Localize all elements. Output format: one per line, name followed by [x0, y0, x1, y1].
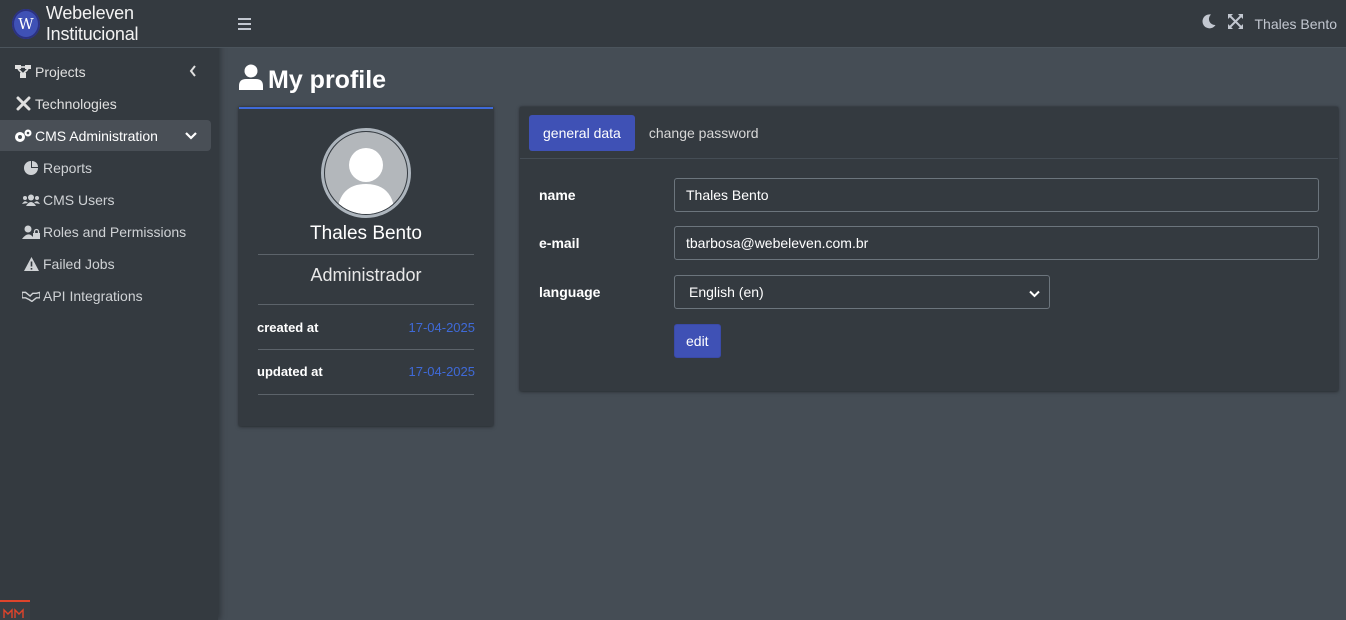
name-input[interactable]: Thales Bento	[674, 178, 1319, 212]
updated-at-label: updated at	[257, 364, 323, 379]
language-select-value: English (en)	[674, 275, 1050, 309]
cms-admin-submenu: Reports CMS Users Roles and Permissions …	[0, 152, 218, 311]
sidebar-item-reports[interactable]: Reports	[8, 152, 211, 183]
default-avatar-icon	[325, 132, 407, 214]
page-title-text: My profile	[268, 66, 387, 94]
divider	[258, 349, 474, 350]
sidebar: W Webeleven Institucional Projects Techn…	[0, 0, 218, 620]
brand-link[interactable]: W Webeleven Institucional	[0, 0, 218, 48]
updated-at-value: 17-04-2025	[408, 364, 476, 379]
sidebar-item-failed-jobs[interactable]: Failed Jobs	[8, 248, 211, 279]
sidebar-item-label: Projects	[35, 63, 86, 80]
language-row: language English (en)	[539, 275, 1050, 309]
brand-logo: W	[12, 8, 40, 39]
email-label: e-mail	[539, 235, 580, 251]
created-at-value: 17-04-2025	[408, 320, 476, 335]
name-label: name	[539, 187, 576, 203]
sidebar-item-label: Failed Jobs	[43, 255, 115, 272]
user-icon	[239, 64, 263, 97]
profile-tabs: general data change password	[520, 107, 1338, 159]
chevron-down-icon	[1029, 286, 1040, 304]
menu-toggle-icon[interactable]	[238, 17, 251, 30]
divider	[258, 394, 474, 395]
created-at-row: created at 17-04-2025	[257, 320, 475, 335]
warning-icon	[22, 256, 40, 271]
edit-button[interactable]: edit	[674, 324, 721, 358]
user-menu[interactable]: Thales Bento	[1255, 16, 1338, 32]
chart-pie-icon	[22, 160, 40, 175]
sidebar-item-label: Roles and Permissions	[43, 223, 187, 240]
tab-general-data[interactable]: general data	[529, 114, 635, 151]
created-at-label: created at	[257, 320, 319, 335]
sidebar-item-roles-permissions[interactable]: Roles and Permissions	[8, 216, 211, 247]
debugbar-badge[interactable]	[0, 600, 30, 620]
name-row: name Thales Bento	[539, 178, 1319, 212]
updated-at-row: updated at 17-04-2025	[257, 364, 475, 379]
sidebar-item-projects[interactable]: Projects	[0, 56, 211, 87]
avatar	[321, 128, 411, 218]
email-row: e-mail tbarbosa@webeleven.com.br	[539, 226, 1319, 260]
divider	[258, 304, 474, 305]
brand-name: Webeleven Institucional	[45, 2, 139, 44]
page-title: My profile	[239, 64, 386, 97]
tools-icon	[14, 96, 32, 111]
sidebar-item-api-integrations[interactable]: API Integrations	[8, 280, 211, 311]
profile-name: Thales Bento	[310, 223, 422, 244]
sidebar-item-label: CMS Administration	[35, 127, 158, 144]
topbar: Thales Bento	[218, 0, 1346, 48]
sidebar-nav: Projects Technologies CMS Administration	[0, 48, 218, 311]
profile-form-card: general data change password name Thales…	[520, 107, 1338, 391]
sidebar-item-cms-administration[interactable]: CMS Administration	[0, 120, 211, 151]
sidebar-item-label: Technologies	[35, 95, 117, 112]
profile-card: Thales Bento Administrador created at 17…	[239, 107, 493, 426]
sidebar-item-label: Reports	[43, 159, 93, 176]
sidebar-item-technologies[interactable]: Technologies	[0, 88, 211, 119]
chevron-down-icon	[185, 128, 197, 144]
cogs-icon	[14, 129, 32, 143]
moon-icon[interactable]	[1202, 13, 1216, 34]
sidebar-item-label: CMS Users	[43, 191, 115, 208]
fullscreen-icon[interactable]	[1227, 13, 1243, 34]
sidebar-item-cms-users[interactable]: CMS Users	[8, 184, 211, 215]
tab-change-password[interactable]: change password	[635, 115, 773, 151]
handshake-icon	[22, 290, 40, 302]
user-lock-icon	[22, 225, 40, 239]
profile-role: Administrador	[310, 265, 422, 285]
email-input[interactable]: tbarbosa@webeleven.com.br	[674, 226, 1319, 260]
language-select[interactable]: English (en)	[674, 275, 1050, 309]
sitemap-icon	[14, 65, 32, 78]
users-icon	[22, 194, 40, 206]
topbar-right: Thales Bento	[1202, 13, 1346, 34]
chevron-left-icon	[189, 64, 197, 80]
language-label: language	[539, 284, 601, 300]
divider	[258, 254, 474, 255]
sidebar-item-label: API Integrations	[43, 287, 143, 304]
